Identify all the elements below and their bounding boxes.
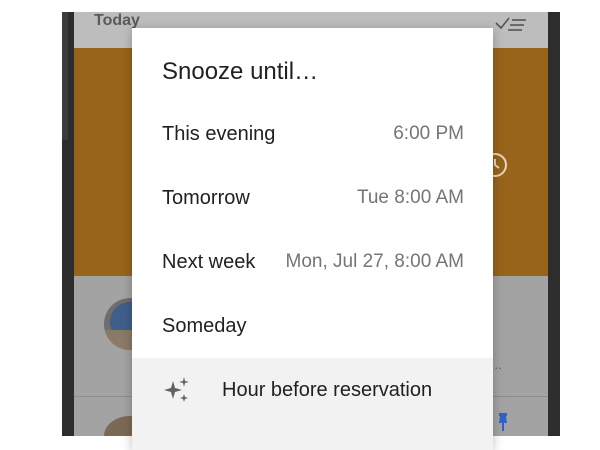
option-label: This evening bbox=[162, 122, 276, 145]
phone-side-button bbox=[62, 12, 68, 140]
done-all-icon bbox=[495, 17, 526, 31]
snooze-option-this-evening[interactable]: This evening 6:00 PM bbox=[132, 102, 493, 166]
option-label: Hour before reservation bbox=[222, 378, 433, 401]
dialog-title: Snooze until… bbox=[162, 58, 319, 85]
dialog-bottom-area bbox=[132, 422, 493, 450]
option-label: Someday bbox=[162, 314, 247, 337]
option-label: Tomorrow bbox=[162, 186, 250, 209]
snooze-dialog: Snooze until… This evening 6:00 PM Tomor… bbox=[132, 28, 493, 450]
snooze-option-someday[interactable]: Someday bbox=[132, 294, 493, 358]
option-label: Next week bbox=[162, 250, 256, 273]
option-time: Tue 8:00 AM bbox=[356, 187, 464, 208]
snooze-option-hour-before-reservation[interactable]: Hour before reservation bbox=[132, 358, 493, 422]
snooze-option-tomorrow[interactable]: Tomorrow Tue 8:00 AM bbox=[132, 166, 493, 230]
option-time: Mon, Jul 27, 8:00 AM bbox=[285, 251, 465, 272]
pin-icon bbox=[499, 413, 507, 431]
snooze-option-next-week[interactable]: Next week Mon, Jul 27, 8:00 AM bbox=[132, 230, 493, 294]
option-time: 6:00 PM bbox=[393, 123, 464, 144]
sparkle-icon bbox=[164, 377, 189, 402]
